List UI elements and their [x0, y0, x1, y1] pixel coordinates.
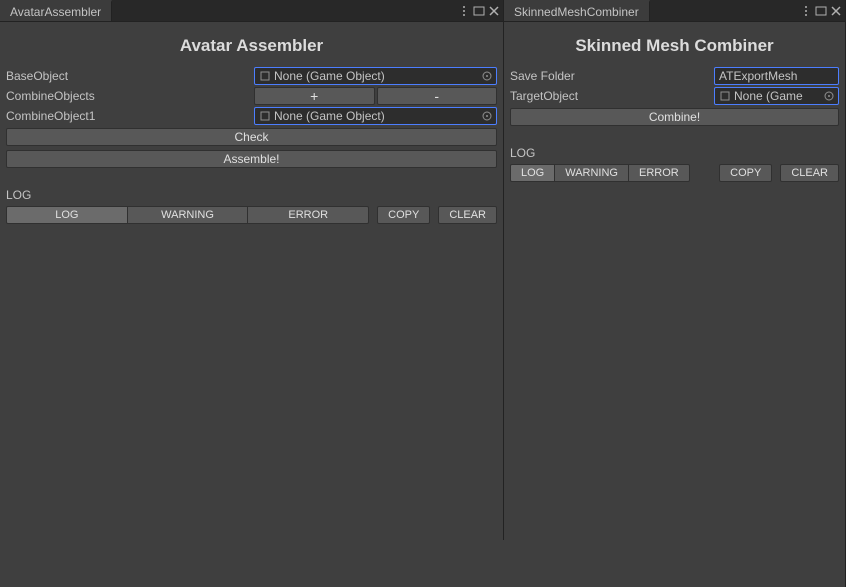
save-folder-value: ATExportMesh	[719, 69, 797, 83]
close-icon[interactable]	[831, 6, 841, 16]
panel-title-left: Avatar Assembler	[0, 22, 503, 66]
clear-button-left[interactable]: CLEAR	[438, 206, 497, 224]
tab-label: SkinnedMeshCombiner	[514, 5, 639, 19]
kebab-icon[interactable]	[801, 5, 811, 17]
log-section-label-right: LOG	[504, 142, 845, 162]
tab-label: AvatarAssembler	[10, 5, 101, 19]
tab-avatar-assembler[interactable]: AvatarAssembler	[0, 0, 112, 21]
popout-icon[interactable]	[473, 6, 485, 16]
object-picker-icon[interactable]	[480, 69, 494, 83]
assemble-button[interactable]: Assemble!	[6, 150, 497, 168]
log-tab-warning[interactable]: WARNING	[128, 206, 249, 224]
object-picker-icon[interactable]	[480, 109, 494, 123]
gameobject-icon	[259, 70, 271, 82]
target-object-field[interactable]: None (Game	[714, 87, 839, 105]
combine-objects-label: CombineObjects	[6, 89, 254, 103]
window-controls-left	[455, 0, 503, 21]
log-tab-error[interactable]: ERROR	[629, 164, 690, 182]
log-tab-log[interactable]: LOG	[6, 206, 128, 224]
combine-objects-row: CombineObjects + -	[0, 86, 503, 106]
log-filter-segment-left: LOG WARNING ERROR	[6, 206, 369, 224]
tab-bar-empty	[112, 0, 455, 21]
skinned-mesh-combiner-panel: SkinnedMeshCombiner Skinned Mesh Combine…	[504, 0, 846, 587]
combine-object-1-label: CombineObject1	[6, 109, 254, 123]
save-folder-row: Save Folder ATExportMesh	[504, 66, 845, 86]
tab-bar-left: AvatarAssembler	[0, 0, 503, 22]
spacer	[0, 170, 503, 184]
plus-minus-row: + -	[254, 87, 497, 105]
target-object-label: TargetObject	[510, 89, 714, 103]
gameobject-icon	[259, 110, 271, 122]
combine-button[interactable]: Combine!	[510, 108, 839, 126]
combine-object-1-value: None (Game Object)	[274, 109, 385, 123]
spacer	[504, 128, 845, 142]
log-tab-log[interactable]: LOG	[510, 164, 555, 182]
avatar-assembler-panel: AvatarAssembler Avatar Assembler BaseObj…	[0, 0, 504, 540]
tab-bar-empty	[650, 0, 797, 21]
panel-title-right: Skinned Mesh Combiner	[504, 22, 845, 66]
base-object-row: BaseObject None (Game Object)	[0, 66, 503, 86]
base-object-label: BaseObject	[6, 69, 254, 83]
log-toolbar-left: LOG WARNING ERROR COPY CLEAR	[0, 204, 503, 226]
combine-object-1-row: CombineObject1 None (Game Object)	[0, 106, 503, 126]
object-picker-icon[interactable]	[822, 89, 836, 103]
target-object-row: TargetObject None (Game	[504, 86, 845, 106]
log-toolbar-right: LOG WARNING ERROR COPY CLEAR	[504, 162, 845, 184]
log-filter-segment-right: LOG WARNING ERROR	[510, 164, 690, 182]
copy-button-left[interactable]: COPY	[377, 206, 430, 224]
check-button[interactable]: Check	[6, 128, 497, 146]
clear-button-right[interactable]: CLEAR	[780, 164, 839, 182]
log-tab-error[interactable]: ERROR	[248, 206, 369, 224]
tab-bar-right: SkinnedMeshCombiner	[504, 0, 845, 22]
add-button[interactable]: +	[254, 87, 375, 105]
close-icon[interactable]	[489, 6, 499, 16]
base-object-value: None (Game Object)	[274, 69, 385, 83]
tab-skinned-mesh-combiner[interactable]: SkinnedMeshCombiner	[504, 0, 650, 21]
kebab-icon[interactable]	[459, 5, 469, 17]
gameobject-icon	[719, 90, 731, 102]
save-folder-label: Save Folder	[510, 69, 714, 83]
base-object-field[interactable]: None (Game Object)	[254, 67, 497, 85]
copy-button-right[interactable]: COPY	[719, 164, 772, 182]
window-controls-right	[797, 0, 845, 21]
popout-icon[interactable]	[815, 6, 827, 16]
log-section-label-left: LOG	[0, 184, 503, 204]
target-object-value: None (Game	[734, 89, 803, 103]
remove-button[interactable]: -	[377, 87, 498, 105]
combine-object-1-field[interactable]: None (Game Object)	[254, 107, 497, 125]
save-folder-input[interactable]: ATExportMesh	[714, 67, 839, 85]
editor-root: AvatarAssembler Avatar Assembler BaseObj…	[0, 0, 846, 587]
log-tab-warning[interactable]: WARNING	[555, 164, 629, 182]
